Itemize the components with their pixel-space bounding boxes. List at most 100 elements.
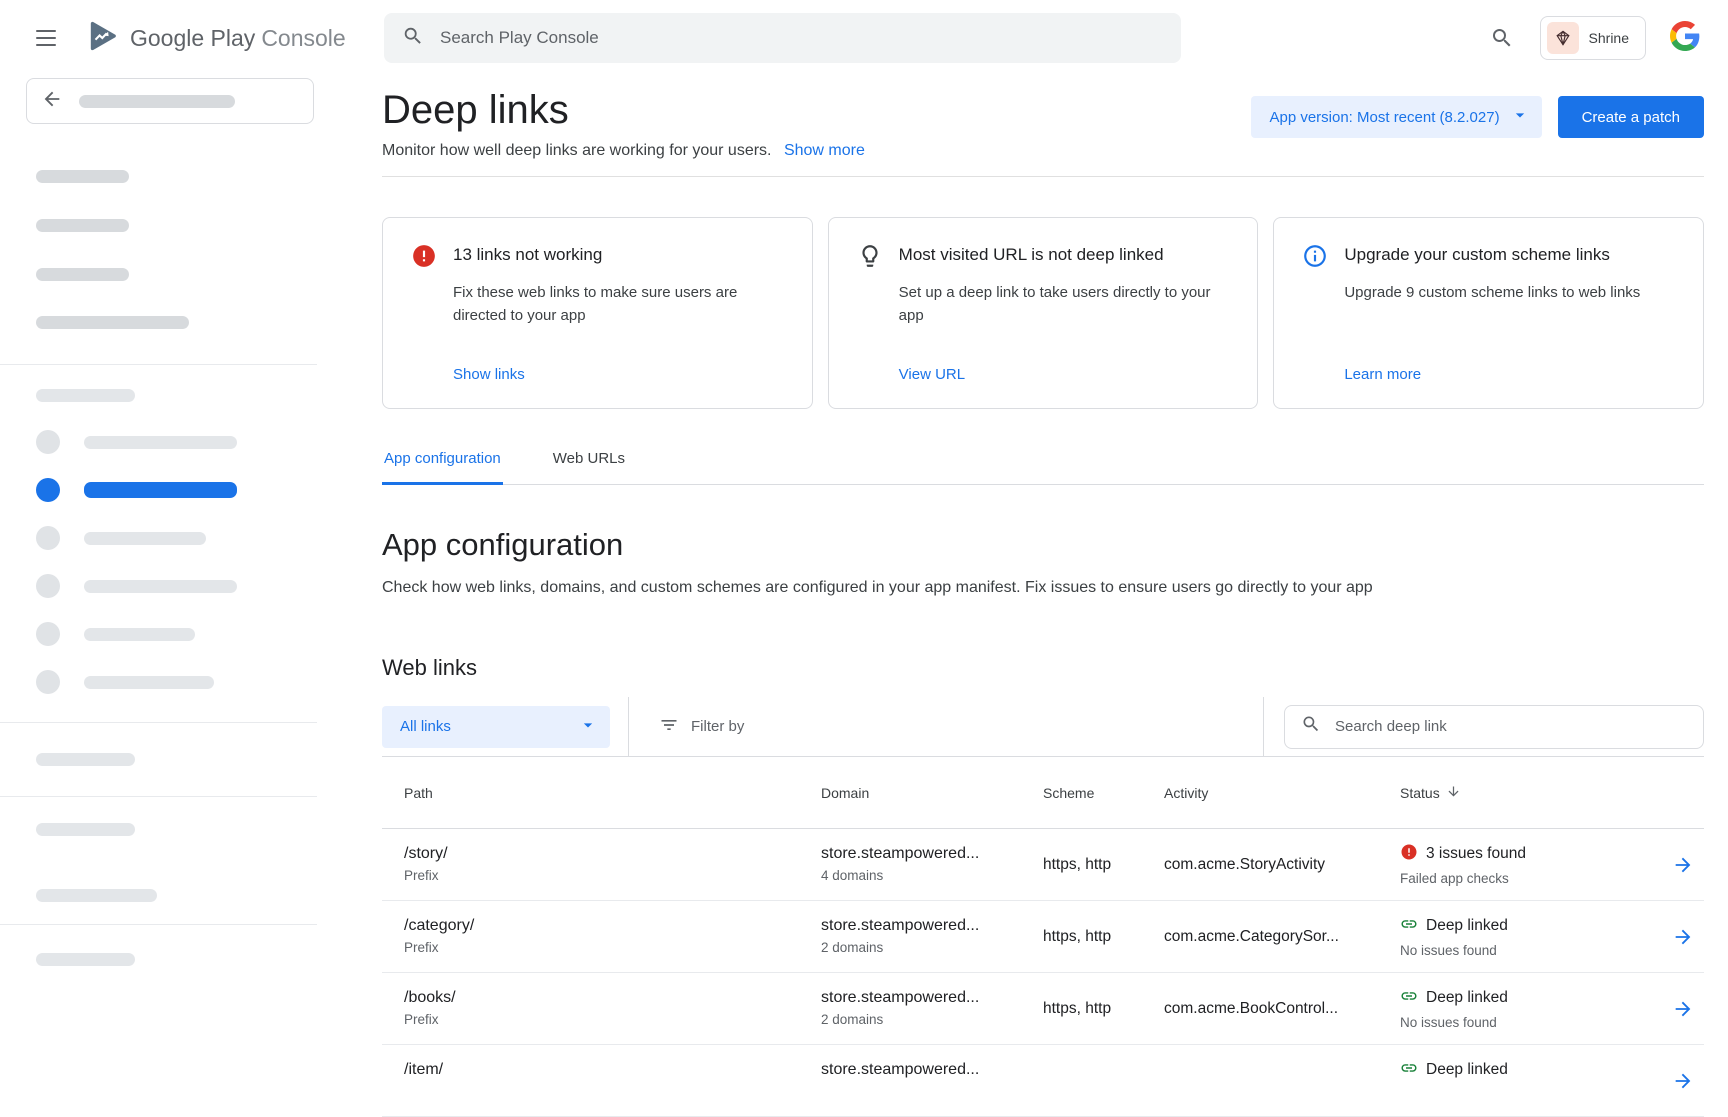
filter-icon (659, 715, 679, 739)
skeleton-circle (36, 574, 60, 598)
path-type: Prefix (404, 1012, 821, 1028)
skeleton-bar (36, 316, 189, 329)
page-subtitle: Monitor how well deep links are working … (382, 142, 865, 160)
deep-link-search-input[interactable] (1333, 717, 1687, 736)
skeleton-circle (36, 526, 60, 550)
menu-icon[interactable] (30, 24, 62, 52)
skeleton-bar (84, 676, 214, 689)
error-icon (1400, 843, 1418, 866)
skeleton-bar (36, 268, 129, 281)
app-switcher-chip[interactable]: Shrine (1540, 16, 1646, 60)
card-body: Upgrade 9 custom scheme links to web lin… (1344, 282, 1675, 305)
skeleton-bar (84, 436, 237, 449)
table-row[interactable]: /item/ store.steampowered... Deep linked (382, 1045, 1704, 1117)
topbar-right: Shrine (1488, 16, 1728, 60)
tab-app-configuration[interactable]: App configuration (382, 435, 503, 485)
card-title: 13 links not working (453, 243, 602, 265)
page-header: Deep links Monitor how well deep links a… (382, 88, 1704, 160)
web-links-toolbar: All links Filter by (382, 697, 1704, 757)
skeleton-bar (84, 532, 206, 545)
console-search-bar[interactable] (384, 13, 1181, 63)
main-content: Deep links Monitor how well deep links a… (317, 76, 1728, 1080)
domain-value: store.steampowered... (821, 845, 1043, 863)
page-title: Deep links (382, 88, 865, 133)
skeleton-bar (36, 389, 135, 402)
play-console-logo: Google PlayConsole (86, 19, 346, 58)
section-description: Check how web links, domains, and custom… (382, 579, 1704, 597)
skeleton-bar (36, 753, 135, 766)
sidebar-nav-skeleton (0, 430, 317, 694)
card-title: Upgrade your custom scheme links (1344, 243, 1610, 265)
links-filter-value: All links (400, 718, 451, 735)
sidebar-item[interactable] (36, 622, 317, 646)
column-header-status[interactable]: Status (1400, 784, 1666, 802)
tab-web-urls[interactable]: Web URLs (551, 435, 627, 485)
row-detail-arrow[interactable] (1666, 997, 1706, 1021)
filter-by-button[interactable]: Filter by (653, 714, 750, 740)
deep-linked-icon (1400, 1059, 1418, 1082)
domain-count: 2 domains (821, 940, 1043, 956)
path-value: /item/ (404, 1061, 821, 1079)
sidebar-item-active[interactable] (36, 478, 317, 502)
insight-cards: 13 links not working Fix these web links… (382, 217, 1704, 409)
back-button[interactable] (26, 78, 314, 124)
sidebar-item[interactable] (36, 574, 317, 598)
domain-count: 4 domains (821, 868, 1043, 884)
deep-link-search-box[interactable] (1284, 705, 1704, 749)
row-detail-arrow[interactable] (1666, 1069, 1706, 1093)
active-bar (84, 482, 237, 498)
activity-value: com.acme.StoryActivity (1164, 856, 1400, 874)
show-links-link[interactable]: Show links (453, 366, 784, 383)
domain-count (821, 1084, 1043, 1100)
sidebar-item[interactable] (36, 526, 317, 550)
table-row[interactable]: /story/ Prefix store.steampowered... 4 d… (382, 829, 1704, 901)
page-actions: App version: Most recent (8.2.027) Creat… (1251, 96, 1704, 138)
sidebar-item[interactable] (36, 670, 317, 694)
sidebar-divider (0, 924, 317, 925)
skeleton-bar (36, 823, 135, 836)
view-url-link[interactable]: View URL (899, 366, 1230, 383)
path-value: /story/ (404, 845, 821, 863)
path-type: Prefix (404, 868, 821, 884)
skeleton-bar (36, 219, 129, 232)
card-upgrade-scheme-links: Upgrade your custom scheme links Upgrade… (1273, 217, 1704, 409)
domain-value: store.steampowered... (821, 917, 1043, 935)
skeleton-circle (36, 670, 60, 694)
table-row[interactable]: /category/ Prefix store.steampowered... … (382, 901, 1704, 973)
links-filter-dropdown[interactable]: All links (382, 706, 610, 748)
section-title: App configuration (382, 527, 1704, 563)
sidebar-skeleton-group (36, 170, 317, 329)
search-icon-button[interactable] (1488, 24, 1516, 52)
scheme-value: https, http (1043, 856, 1164, 874)
path-type: Prefix (404, 940, 821, 956)
card-body: Fix these web links to make sure users a… (453, 282, 784, 327)
table-row[interactable]: /books/ Prefix store.steampowered... 2 d… (382, 973, 1704, 1045)
create-patch-button[interactable]: Create a patch (1558, 96, 1704, 138)
card-body: Set up a deep link to take users directl… (899, 282, 1230, 327)
active-dot (36, 478, 60, 502)
skeleton-bar (36, 889, 157, 902)
chevron-down-icon (1510, 105, 1530, 129)
console-search-input[interactable] (438, 27, 1163, 49)
app-version-dropdown[interactable]: App version: Most recent (8.2.027) (1251, 96, 1541, 138)
sidebar-item[interactable] (36, 430, 317, 454)
search-icon (1301, 714, 1321, 739)
toolbar-divider (1263, 697, 1264, 756)
web-links-heading: Web links (382, 655, 1704, 681)
status-detail: No issues found (1400, 943, 1666, 959)
path-value: /books/ (404, 989, 821, 1007)
subtitle-text: Monitor how well deep links are working … (382, 142, 772, 159)
status-label: Deep linked (1426, 989, 1508, 1007)
status-label: 3 issues found (1426, 845, 1526, 863)
sidebar (0, 76, 317, 1080)
show-more-link[interactable]: Show more (784, 142, 865, 159)
error-icon (411, 243, 437, 269)
card-links-not-working: 13 links not working Fix these web links… (382, 217, 813, 409)
learn-more-link[interactable]: Learn more (1344, 366, 1675, 383)
row-detail-arrow[interactable] (1666, 853, 1706, 877)
sidebar-divider (0, 364, 317, 365)
google-logo (1670, 21, 1700, 56)
row-detail-arrow[interactable] (1666, 925, 1706, 949)
sidebar-divider (0, 722, 317, 723)
deep-linked-icon (1400, 915, 1418, 938)
